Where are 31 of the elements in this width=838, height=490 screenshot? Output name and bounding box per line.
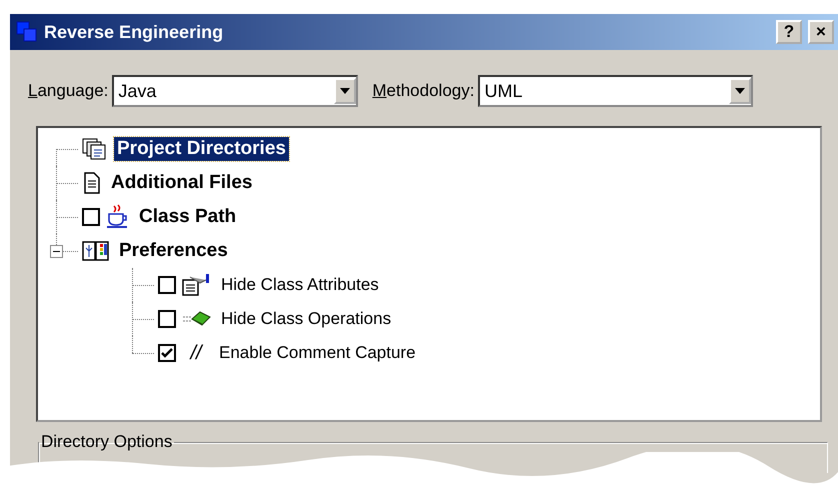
field-label: Methodology: xyxy=(372,81,474,101)
checkbox[interactable] xyxy=(158,276,176,294)
field-label: Language: xyxy=(28,81,108,101)
dropdown-field[interactable]: Java xyxy=(112,75,358,107)
caret-icon xyxy=(340,88,350,94)
checkbox[interactable] xyxy=(158,344,176,362)
close-button[interactable]: × xyxy=(808,20,834,44)
tree-item[interactable]: Preferences xyxy=(116,239,231,263)
tree-item[interactable]: Hide Class Attributes xyxy=(218,274,382,296)
checkbox[interactable] xyxy=(158,310,176,328)
attributes-icon xyxy=(182,273,212,297)
document-icon xyxy=(82,172,102,194)
book-icon xyxy=(82,239,110,263)
dropdown-button[interactable] xyxy=(729,78,752,104)
help-button[interactable]: ? xyxy=(776,20,802,44)
dropdown-field[interactable]: UML xyxy=(478,75,754,107)
group-title: Directory Options xyxy=(40,432,174,452)
checkbox[interactable] xyxy=(82,208,100,226)
tree-item[interactable]: Class Path xyxy=(136,205,240,229)
folders-icon xyxy=(82,137,108,161)
tree-item[interactable]: Enable Comment Capture xyxy=(216,342,419,364)
tree-item[interactable]: Hide Class Operations xyxy=(218,308,394,330)
dropdown-button[interactable] xyxy=(334,78,356,104)
coffee-cup-icon xyxy=(106,204,130,230)
window-title: Reverse Engineering xyxy=(44,22,224,42)
tree-item[interactable]: Additional Files xyxy=(108,171,256,195)
app-icon xyxy=(16,21,38,43)
tree-item[interactable]: Project Directories xyxy=(114,137,289,161)
comment-glyph: // xyxy=(188,342,204,364)
expander-icon[interactable] xyxy=(50,245,63,258)
caret-icon xyxy=(735,88,746,94)
